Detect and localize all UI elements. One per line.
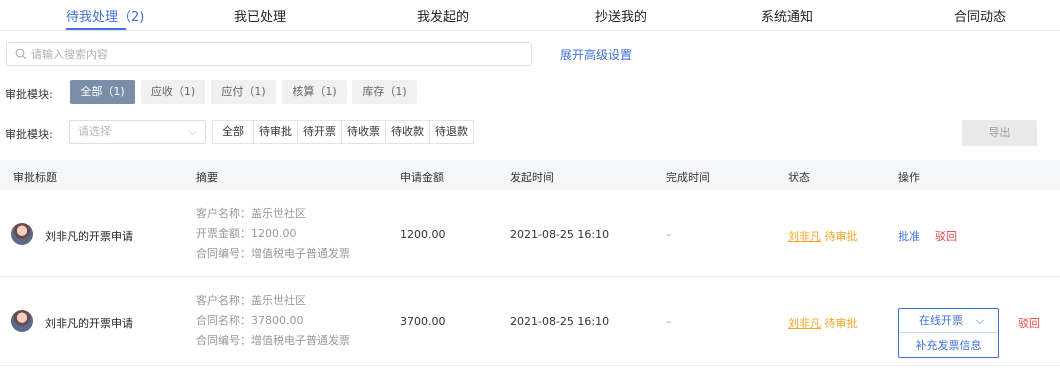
module-all-button[interactable]: 全部（1) bbox=[70, 80, 135, 104]
tab-pending[interactable]: 待我处理（2) bbox=[66, 6, 144, 25]
reject-button[interactable]: 驳回 bbox=[935, 228, 957, 244]
row-amount: 3700.00 bbox=[400, 315, 446, 328]
status-user-link[interactable]: 刘非凡 bbox=[788, 317, 821, 330]
tab-system-notice[interactable]: 系统通知 bbox=[761, 6, 813, 25]
row-start-time: 2021-08-25 16:10 bbox=[510, 315, 610, 328]
supplement-invoice-info-button[interactable]: 补充发票信息 bbox=[899, 334, 998, 358]
table-row: 刘非凡的开票申请 客户名称：盖乐世社区 开票金额：1200.00 合同编号：增值… bbox=[0, 190, 1060, 277]
status-filter-label: 审批模块: bbox=[5, 128, 53, 141]
approve-button[interactable]: 批准 bbox=[898, 228, 920, 244]
tab-processed[interactable]: 我已处理 bbox=[234, 6, 286, 25]
tab-initiated[interactable]: 我发起的 bbox=[417, 6, 469, 25]
filter-pending-invoice[interactable]: 待开票 bbox=[298, 121, 342, 143]
summary-line: 客户名称：盖乐世社区 bbox=[196, 207, 306, 220]
header-title: 审批标题 bbox=[13, 171, 57, 184]
header-actions: 操作 bbox=[898, 171, 920, 184]
invoice-dropdown: 在线开票 ⌵ 补充发票信息 bbox=[898, 308, 999, 358]
online-invoice-button[interactable]: 在线开票 ⌵ bbox=[899, 309, 998, 333]
online-invoice-label: 在线开票 bbox=[919, 314, 963, 327]
chevron-down-icon: ⌵ bbox=[188, 125, 197, 138]
status-badge: 刘非凡 待审批 bbox=[788, 315, 858, 331]
summary-line: 合同编号：增值税电子普通发票 bbox=[196, 334, 350, 347]
module-payable-button[interactable]: 应付（1) bbox=[211, 80, 276, 104]
search-box[interactable] bbox=[6, 42, 532, 66]
row-amount: 1200.00 bbox=[400, 228, 446, 241]
chevron-down-icon[interactable]: ⌵ bbox=[976, 309, 984, 333]
module-accounting-button[interactable]: 核算（1) bbox=[282, 80, 347, 104]
summary-line: 合同名称：37800.00 bbox=[196, 314, 304, 327]
row-summary: 客户名称：盖乐世社区 开票金额：1200.00 合同编号：增值税电子普通发票 bbox=[196, 204, 350, 264]
row-start-time: 2021-08-25 16:10 bbox=[510, 228, 610, 241]
filter-all[interactable]: 全部 bbox=[213, 121, 254, 143]
filter-pending-approval[interactable]: 待审批 bbox=[254, 121, 298, 143]
search-icon bbox=[15, 48, 27, 60]
filter-pending-receipt[interactable]: 待收票 bbox=[342, 121, 386, 143]
filter-pending-refund[interactable]: 待退款 bbox=[430, 121, 473, 143]
select-placeholder: 请选择 bbox=[78, 125, 111, 138]
header-end-time: 完成时间 bbox=[666, 171, 710, 184]
summary-line: 开票金额：1200.00 bbox=[196, 227, 297, 240]
active-tab-indicator bbox=[66, 28, 126, 30]
status-badge: 刘非凡 待审批 bbox=[788, 228, 858, 244]
row-end-time: – bbox=[666, 315, 672, 328]
tab-cc[interactable]: 抄送我的 bbox=[595, 6, 647, 25]
row-summary: 客户名称：盖乐世社区 合同名称：37800.00 合同编号：增值税电子普通发票 bbox=[196, 291, 350, 351]
status-filter-group: 全部 待审批 待开票 待收票 待收款 待退款 bbox=[212, 120, 474, 144]
module-filter-label: 审批模块: bbox=[5, 88, 53, 101]
header-amount: 申请金额 bbox=[400, 171, 444, 184]
module-receivable-button[interactable]: 应收（1) bbox=[141, 80, 205, 104]
avatar bbox=[11, 223, 33, 245]
avatar bbox=[11, 310, 33, 332]
summary-line: 合同编号：增值税电子普通发票 bbox=[196, 247, 350, 260]
row-title[interactable]: 刘非凡的开票申请 bbox=[45, 315, 133, 331]
module-select[interactable]: 请选择 ⌵ bbox=[69, 120, 206, 144]
summary-line: 客户名称：盖乐世社区 bbox=[196, 294, 306, 307]
tab-contract-updates[interactable]: 合同动态 bbox=[954, 6, 1006, 25]
tab-bar: 待我处理（2) 我已处理 我发起的 抄送我的 系统通知 合同动态 bbox=[0, 0, 1060, 31]
status-text: 待审批 bbox=[824, 230, 858, 243]
search-input[interactable] bbox=[31, 47, 511, 61]
header-status: 状态 bbox=[788, 171, 810, 184]
module-inventory-button[interactable]: 库存（1) bbox=[352, 80, 417, 104]
status-user-link[interactable]: 刘非凡 bbox=[788, 230, 821, 243]
filter-pending-payment[interactable]: 待收款 bbox=[386, 121, 430, 143]
header-summary: 摘要 bbox=[196, 171, 218, 184]
row-end-time: – bbox=[666, 228, 672, 241]
table-header: 审批标题 摘要 申请金额 发起时间 完成时间 状态 操作 bbox=[0, 160, 1060, 190]
header-start-time: 发起时间 bbox=[510, 171, 554, 184]
expand-advanced-settings-link[interactable]: 展开高级设置 bbox=[560, 46, 632, 63]
export-button[interactable]: 导出 bbox=[962, 120, 1037, 146]
status-text: 待审批 bbox=[824, 317, 858, 330]
row-title[interactable]: 刘非凡的开票申请 bbox=[45, 228, 133, 244]
reject-button[interactable]: 驳回 bbox=[1018, 315, 1040, 331]
